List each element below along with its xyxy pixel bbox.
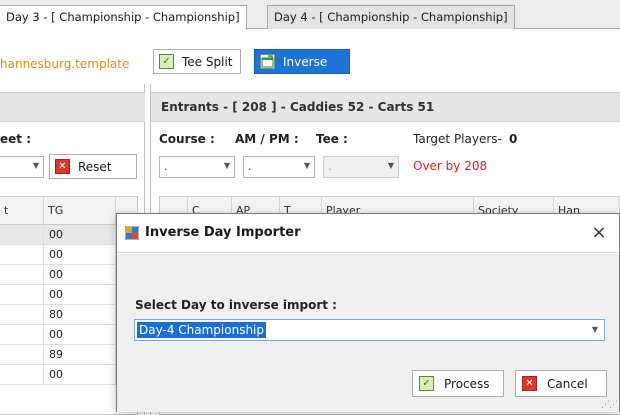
chevron-down-icon: ▼ <box>223 161 230 170</box>
target-players-value: 0 <box>509 132 518 146</box>
sheet-label: eet : <box>0 132 31 146</box>
table-cell <box>0 325 44 345</box>
inverse-day-importer-dialog: Inverse Day Importer × Select Day to inv… <box>116 213 620 412</box>
tee-select-value: . <box>328 160 332 173</box>
table-cell <box>0 345 44 365</box>
table-cell <box>0 245 44 265</box>
tee-label: Tee : <box>316 132 348 146</box>
chevron-down-icon: ▼ <box>591 325 598 334</box>
table-cell: 00 <box>44 265 116 285</box>
tab-strip: Day 3 - [ Championship - Championship] D… <box>0 0 620 30</box>
table-cell <box>0 365 44 385</box>
over-by-text: Over by 208 <box>413 159 488 173</box>
reset-label: Reset <box>78 159 112 174</box>
chevron-down-icon: ▼ <box>387 161 394 170</box>
cancel-button[interactable]: ✕ Cancel <box>515 370 607 397</box>
left-panel-header <box>0 92 145 122</box>
reset-button[interactable]: ✕ Reset <box>49 154 137 179</box>
table-cell <box>0 265 44 285</box>
process-label: Process <box>444 376 490 391</box>
table-cell: 80 <box>44 305 116 325</box>
tee-select[interactable]: . ▼ <box>323 156 399 178</box>
tab-day-3[interactable]: Day 3 - [ Championship - Championship] <box>0 5 247 30</box>
chevron-down-icon: ▼ <box>303 161 310 170</box>
dialog-overlay: Inverse Day Importer × Select Day to inv… <box>116 213 620 415</box>
tee-split-label: Tee Split <box>182 54 233 69</box>
tab-day-4[interactable]: Day 4 - [ Championship - Championship] <box>267 5 515 29</box>
sheet-select[interactable]: ▼ <box>0 156 44 178</box>
check-icon: ✓ <box>159 54 174 69</box>
table-cell: 00 <box>44 285 116 305</box>
cancel-label: Cancel <box>547 376 588 391</box>
table-cell: 00 <box>44 365 116 385</box>
column-header[interactable]: t <box>0 197 44 225</box>
cancel-x-icon: ✕ <box>522 376 537 391</box>
day-select[interactable]: Day-4 Championship ▼ <box>134 319 605 341</box>
day-select-value: Day-4 Championship <box>137 322 266 338</box>
process-button[interactable]: ✓ Process <box>412 370 504 397</box>
chevron-down-icon: ▼ <box>32 161 39 170</box>
toolbar: hannesburg.template ✓ Tee Split Inverse <box>0 30 620 84</box>
ampm-label: AM / PM : <box>235 132 299 146</box>
target-players-label: Target Players- <box>413 132 502 146</box>
table-cell: 00 <box>44 225 116 245</box>
ampm-select-value: . <box>248 160 252 173</box>
table-cell <box>0 225 44 245</box>
course-label: Course : <box>159 132 215 146</box>
app-window-icon <box>124 225 140 241</box>
course-select[interactable]: . ▼ <box>159 156 235 178</box>
check-icon: ✓ <box>419 376 434 391</box>
table-cell <box>0 285 44 305</box>
table-cell: 00 <box>44 245 116 265</box>
tee-split-button[interactable]: ✓ Tee Split <box>153 49 242 74</box>
inverse-button[interactable]: Inverse <box>254 49 350 74</box>
close-icon[interactable]: × <box>589 222 609 244</box>
dialog-body: Select Day to inverse import : Day-4 Cha… <box>117 254 619 412</box>
spreadsheet-icon <box>260 54 275 69</box>
dialog-title: Inverse Day Importer <box>145 225 301 240</box>
inverse-label: Inverse <box>283 54 328 69</box>
dialog-title-bar[interactable]: Inverse Day Importer × <box>117 214 619 253</box>
resize-grip-icon[interactable]: ⋰⋰ <box>601 400 618 410</box>
table-cell: 89 <box>44 345 116 365</box>
table-cell: 00 <box>44 325 116 345</box>
entrants-header: Entrants - [ 208 ] - Caddies 52 - Carts … <box>151 92 620 122</box>
column-header-tg[interactable]: TG <box>44 197 116 225</box>
course-select-value: . <box>164 160 168 173</box>
close-icon: ✕ <box>55 159 70 174</box>
ampm-select[interactable]: . ▼ <box>243 156 315 178</box>
template-name: hannesburg.template <box>0 57 130 71</box>
table-cell <box>0 305 44 325</box>
select-day-label: Select Day to inverse import : <box>135 298 337 312</box>
